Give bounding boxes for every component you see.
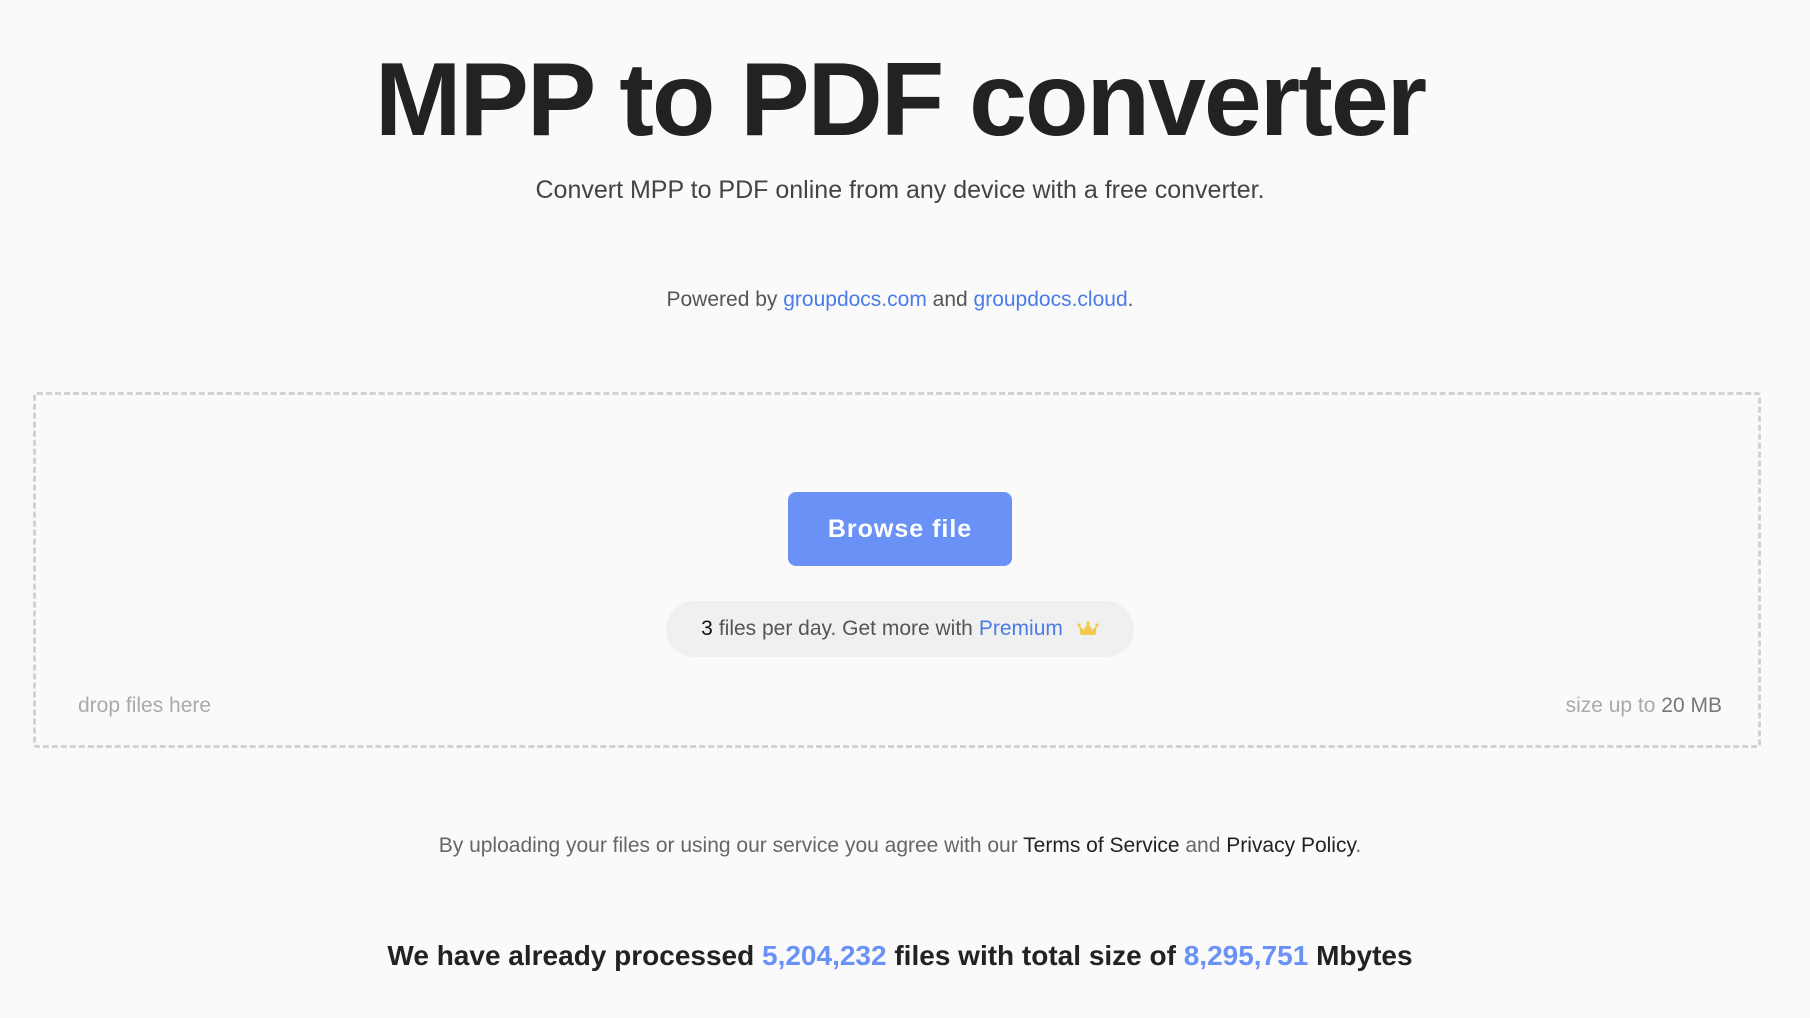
powered-suffix: .: [1127, 288, 1134, 311]
page-title: MPP to PDF converter: [374, 42, 1427, 158]
files-count: 5,204,232: [762, 940, 887, 971]
browse-file-button[interactable]: Browse file: [788, 492, 1012, 566]
daily-limit-notice: 3 files per day. Get more with Premium: [666, 601, 1134, 657]
premium-link[interactable]: Premium: [979, 617, 1063, 641]
powered-prefix: Powered by: [666, 288, 784, 311]
page-subtitle: Convert MPP to PDF online from any devic…: [535, 176, 1265, 204]
page: MPP to PDF converter Convert MPP to PDF …: [0, 0, 1810, 1018]
groupdocs-cloud-link[interactable]: groupdocs.cloud: [974, 288, 1128, 311]
daily-limit-count: 3: [701, 617, 713, 640]
terms-middle: and: [1179, 834, 1227, 857]
terms-prefix: By uploading your files or using our ser…: [438, 834, 1024, 857]
drop-files-hint: drop files here: [78, 694, 212, 717]
daily-limit-text: files per day. Get more with: [718, 617, 973, 640]
max-size-hint: size up to 20 MB: [1566, 694, 1722, 718]
terms-of-service-link[interactable]: Terms of Service: [1023, 834, 1179, 857]
file-drop-zone[interactable]: [33, 392, 1761, 748]
size-value: 20 MB: [1661, 694, 1722, 717]
terms-suffix: .: [1355, 834, 1362, 857]
size-prefix: size up to: [1565, 694, 1662, 717]
groupdocs-com-link[interactable]: groupdocs.com: [783, 288, 927, 311]
stats-prefix: We have already processed: [387, 940, 762, 971]
powered-middle: and: [926, 288, 974, 311]
stats-middle: files with total size of: [886, 940, 1184, 971]
powered-by: Powered by groupdocs.com and groupdocs.c…: [0, 288, 1800, 312]
crown-icon: [1077, 620, 1099, 638]
privacy-policy-link[interactable]: Privacy Policy: [1226, 834, 1355, 857]
total-size: 8,295,751: [1183, 940, 1309, 971]
processed-stats: We have already processed 5,204,232 file…: [0, 940, 1800, 972]
terms-notice: By uploading your files or using our ser…: [0, 834, 1800, 858]
stats-suffix: Mbytes: [1308, 940, 1413, 971]
